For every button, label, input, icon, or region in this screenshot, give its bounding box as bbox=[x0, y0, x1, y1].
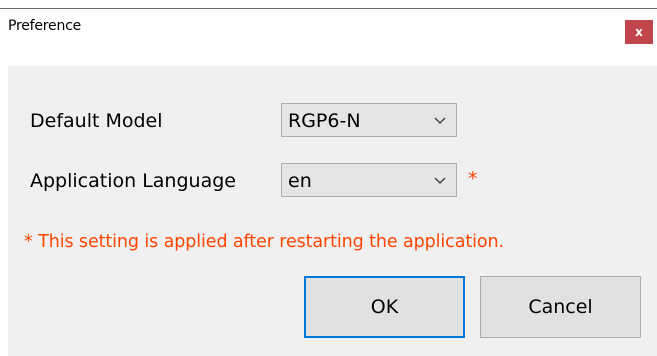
application-language-value: en bbox=[288, 170, 312, 192]
restart-note: * This setting is applied after restarti… bbox=[24, 232, 504, 252]
cancel-button[interactable]: Cancel bbox=[480, 276, 641, 338]
close-icon: x bbox=[635, 25, 643, 39]
window-title: Preference bbox=[8, 18, 82, 34]
chevron-down-icon bbox=[434, 177, 446, 184]
title-bar[interactable] bbox=[0, 9, 657, 66]
default-model-select[interactable]: RGP6-N bbox=[281, 103, 457, 137]
preference-dialog: Preference x Default Model RGP6-N Applic… bbox=[0, 0, 657, 356]
close-button[interactable]: x bbox=[625, 20, 653, 44]
required-asterisk: * bbox=[468, 168, 478, 190]
chevron-down-icon bbox=[434, 117, 446, 124]
application-language-label: Application Language bbox=[30, 170, 236, 192]
application-language-select[interactable]: en bbox=[281, 163, 457, 197]
ok-button[interactable]: OK bbox=[304, 276, 465, 338]
default-model-label: Default Model bbox=[30, 110, 163, 132]
default-model-value: RGP6-N bbox=[288, 110, 361, 132]
